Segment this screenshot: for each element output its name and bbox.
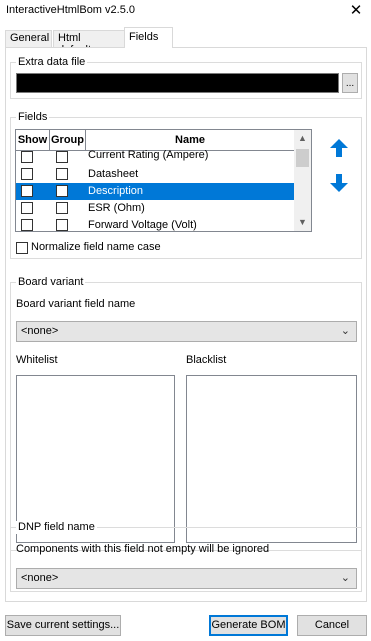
whitelist-listbox[interactable] [16, 375, 175, 543]
column-header-show[interactable]: Show [16, 130, 50, 150]
scroll-thumb[interactable] [296, 149, 309, 167]
dnp-field-select[interactable]: <none> ⌄ [16, 568, 357, 589]
field-name: Current Rating (Ampere) [88, 149, 209, 161]
field-row[interactable]: Forward Voltage (Volt) [16, 217, 296, 231]
browse-button[interactable]: ... [342, 73, 358, 93]
board-variant-legend: Board variant [16, 276, 86, 289]
dnp-description: Components with this field not empty wil… [16, 543, 270, 555]
blacklist-label: Blacklist [186, 354, 227, 366]
tab-html-defaults[interactable]: Html defaults [53, 30, 125, 56]
group-checkbox[interactable] [56, 151, 68, 163]
fields-legend: Fields [16, 111, 50, 124]
move-down-button[interactable] [328, 172, 350, 194]
scroll-up-icon[interactable]: ▲ [294, 130, 311, 147]
show-checkbox[interactable] [21, 185, 33, 197]
extra-data-file-input[interactable] [16, 73, 339, 93]
board-variant-group: Board variant Board variant field name <… [10, 276, 362, 551]
field-name: ESR (Ohm) [88, 202, 145, 214]
field-row[interactable]: Datasheet [16, 166, 296, 183]
group-checkbox[interactable] [56, 202, 68, 214]
generate-bom-button[interactable]: Generate BOM [209, 615, 288, 636]
chevron-down-icon: ⌄ [340, 572, 350, 584]
fields-tab-panel: Extra data file ... Fields Show Group Na… [5, 47, 367, 602]
normalize-checkbox[interactable] [16, 242, 28, 254]
extra-data-file-group: Extra data file ... [10, 56, 362, 99]
group-checkbox[interactable] [56, 185, 68, 197]
move-up-button[interactable] [328, 137, 350, 159]
close-button[interactable]: ✕ [347, 2, 365, 20]
field-name: Datasheet [88, 168, 139, 180]
board-variant-field-select[interactable]: <none> ⌄ [16, 321, 357, 342]
dnp-legend: DNP field name [16, 521, 97, 534]
field-name: Forward Voltage (Volt) [88, 219, 197, 231]
board-variant-field-label: Board variant field name [16, 298, 136, 310]
field-row[interactable]: Current Rating (Ampere) [16, 149, 296, 166]
fields-grid[interactable]: Show Group Name Current Rating (Ampere) … [15, 129, 312, 232]
fields-grid-header: Show Group Name [16, 130, 311, 151]
field-row[interactable]: ESR (Ohm) [16, 200, 296, 217]
column-header-group[interactable]: Group [50, 130, 86, 150]
window-title: InteractiveHtmlBom v2.5.0 [6, 4, 135, 16]
board-variant-field-value: <none> [21, 325, 59, 337]
field-name: Description [88, 185, 144, 197]
column-header-name[interactable]: Name [86, 130, 295, 150]
whitelist-label: Whitelist [16, 354, 58, 366]
group-checkbox[interactable] [56, 168, 68, 180]
dnp-group: DNP field name Components with this fiel… [10, 521, 362, 592]
fields-group: Fields Show Group Name Current Rating (A… [10, 111, 362, 259]
tab-fields[interactable]: Fields [124, 27, 173, 48]
normalize-label: Normalize field name case [31, 241, 161, 253]
fields-scrollbar[interactable]: ▲ ▼ [294, 130, 311, 231]
tab-bar: General Html defaults Fields [5, 27, 367, 56]
chevron-down-icon: ⌄ [340, 325, 350, 337]
show-checkbox[interactable] [21, 168, 33, 180]
title-bar: InteractiveHtmlBom v2.5.0 ✕ [0, 0, 371, 22]
save-settings-button[interactable]: Save current settings... [5, 615, 121, 636]
group-checkbox[interactable] [56, 219, 68, 231]
scroll-down-icon[interactable]: ▼ [294, 214, 311, 231]
extra-data-file-legend: Extra data file [16, 56, 88, 69]
cancel-button[interactable]: Cancel [297, 615, 367, 636]
arrow-down-icon [328, 172, 350, 194]
blacklist-listbox[interactable] [186, 375, 357, 543]
show-checkbox[interactable] [21, 151, 33, 163]
show-checkbox[interactable] [21, 202, 33, 214]
field-row-selected[interactable]: Description [16, 183, 296, 200]
dnp-field-value: <none> [21, 572, 59, 584]
show-checkbox[interactable] [21, 219, 33, 231]
tab-general[interactable]: General [5, 30, 52, 47]
arrow-up-icon [328, 137, 350, 159]
